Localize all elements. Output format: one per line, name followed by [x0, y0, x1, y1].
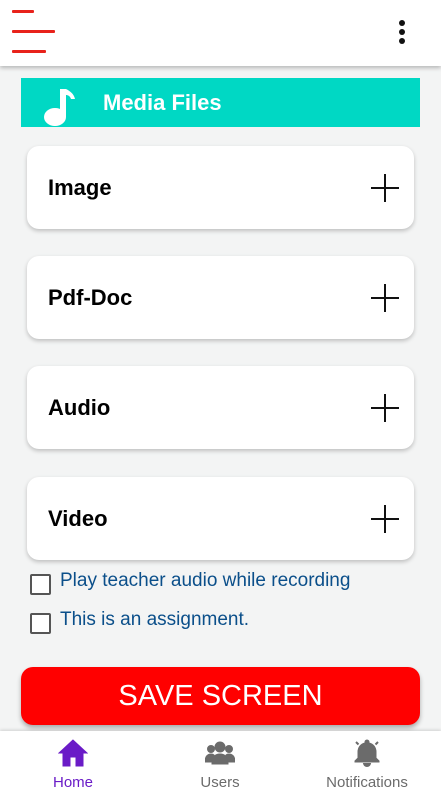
plus-icon[interactable] — [371, 174, 399, 202]
plus-icon[interactable] — [371, 505, 399, 533]
teacher-audio-checkbox[interactable] — [30, 574, 51, 595]
menu-line — [12, 10, 34, 13]
bottom-navigation: Home Users Notifications — [0, 731, 441, 800]
media-item-label: Pdf-Doc — [48, 285, 133, 310]
teacher-audio-option: Play teacher audio while recording — [30, 570, 420, 596]
section-title: Media Files — [103, 90, 222, 115]
media-item-label: Image — [48, 175, 112, 200]
assignment-option: This is an assignment. — [30, 609, 420, 635]
assignment-checkbox[interactable] — [30, 613, 51, 634]
nav-users[interactable]: Users — [150, 731, 290, 800]
dot — [399, 20, 405, 26]
media-item-pdf-doc[interactable]: Pdf-Doc — [27, 256, 414, 339]
plus-icon[interactable] — [371, 284, 399, 312]
nav-label-users: Users — [200, 774, 240, 791]
nav-label-home: Home — [52, 774, 93, 791]
hamburger-menu-icon[interactable] — [12, 10, 56, 54]
media-item-label: Audio — [48, 395, 111, 420]
dot — [399, 38, 405, 44]
app-bar — [0, 0, 441, 66]
nav-label-notifications: Notifications — [326, 774, 408, 791]
media-item-video[interactable]: Video — [27, 477, 414, 560]
bell-icon — [354, 739, 380, 768]
media-item-label: Video — [48, 506, 108, 531]
teacher-audio-label[interactable]: Play teacher audio while recording — [60, 570, 350, 592]
media-files-header: Media Files — [21, 78, 420, 127]
nav-home[interactable]: Home — [3, 731, 143, 800]
home-icon — [58, 739, 88, 767]
plus-icon[interactable] — [371, 394, 399, 422]
media-item-audio[interactable]: Audio — [27, 366, 414, 449]
users-icon — [205, 741, 235, 765]
assignment-label[interactable]: This is an assignment. — [60, 609, 249, 631]
nav-notifications[interactable]: Notifications — [297, 731, 437, 800]
menu-line — [12, 30, 55, 33]
media-item-image[interactable]: Image — [27, 146, 414, 229]
save-screen-button[interactable]: SAVE SCREEN — [21, 667, 420, 725]
menu-line — [12, 50, 46, 53]
more-vert-icon[interactable] — [392, 18, 412, 48]
dot — [399, 29, 405, 35]
music-note-icon — [44, 89, 75, 126]
